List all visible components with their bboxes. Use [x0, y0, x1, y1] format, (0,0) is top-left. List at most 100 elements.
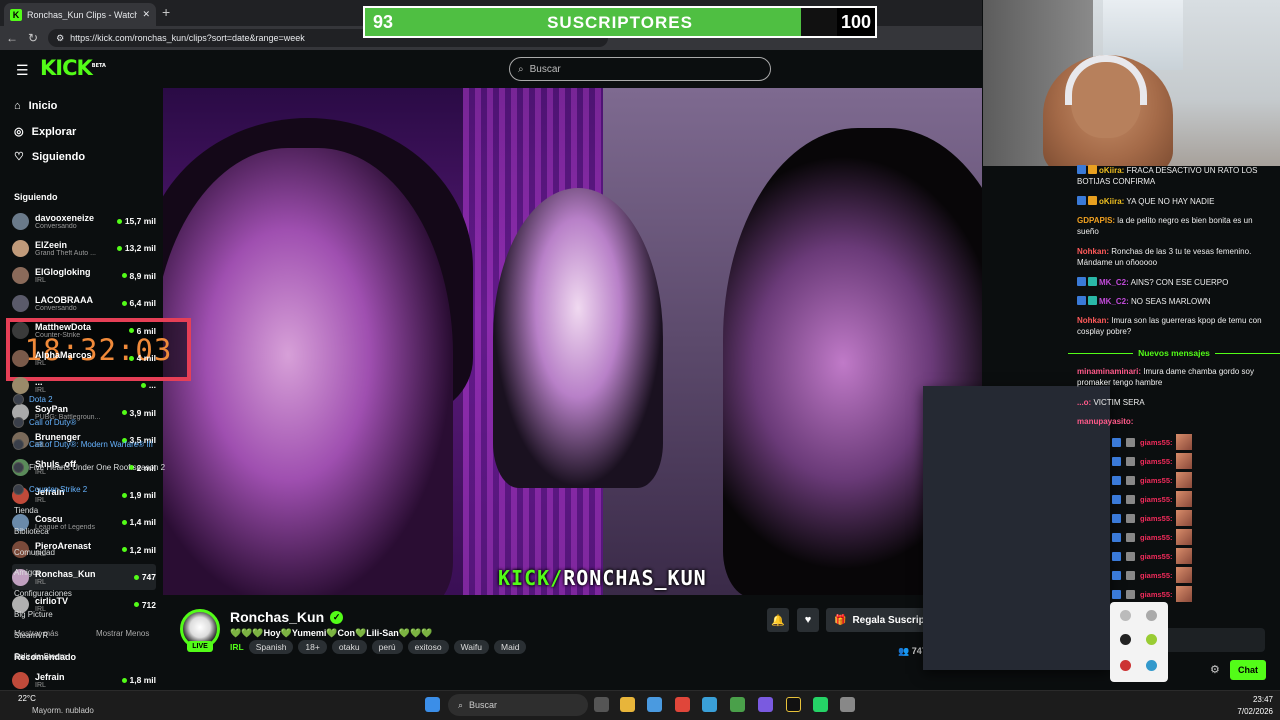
- browser-tab[interactable]: K Ronchas_Kun Clips - Watch Live o ✕: [4, 3, 156, 26]
- badge-icon: [1112, 494, 1121, 504]
- nav-explorar[interactable]: ◎ Explorar: [14, 125, 76, 139]
- tray-app-icon[interactable]: [1120, 610, 1131, 621]
- close-tab-icon[interactable]: ✕: [142, 9, 150, 20]
- notifications-bell-icon[interactable]: 🔔: [767, 608, 789, 632]
- stream-tag[interactable]: Maid: [494, 640, 527, 654]
- channel-name: ElZeein: [35, 239, 68, 250]
- steam-menu-item[interactable]: SteamVR: [14, 631, 48, 640]
- nav-siguiendo[interactable]: ♡ Siguiendo: [14, 150, 85, 164]
- url-text: https://kick.com/ronchas_kun/clips?sort=…: [70, 33, 305, 43]
- app-icon[interactable]: [675, 697, 690, 712]
- tray-app-icon[interactable]: [1146, 610, 1157, 621]
- site-info-icon[interactable]: ⚙: [56, 33, 64, 44]
- weather-condition[interactable]: Mayorm. nublado: [32, 706, 94, 715]
- streamer-name[interactable]: Ronchas_Kun ✓: [230, 609, 344, 625]
- badge-icon: [1112, 437, 1121, 447]
- stream-tag[interactable]: exitoso: [407, 640, 449, 654]
- steam-menu-item[interactable]: Biblioteca: [14, 527, 49, 536]
- tray-app-icon[interactable]: [1120, 660, 1131, 671]
- chat-message: giams55:: [1112, 510, 1192, 526]
- edge-icon[interactable]: [702, 697, 717, 712]
- weather-temp[interactable]: 22°C: [18, 694, 36, 703]
- chat-settings-icon[interactable]: ⚙: [1210, 663, 1220, 676]
- tray-app-icon[interactable]: [1146, 660, 1157, 671]
- live-dot-icon: [116, 245, 122, 251]
- tray-app-icon[interactable]: [1146, 634, 1157, 645]
- channel-category: Conversando: [35, 222, 77, 230]
- steam-menu-item[interactable]: Amigos: [14, 568, 41, 577]
- stream-tags: IRL Spanish 18+ otaku perú exitoso Waifu Maid: [230, 640, 527, 654]
- game-icon: [13, 416, 24, 428]
- steam-menu-item[interactable]: Configuraciones: [14, 589, 72, 598]
- tray-steam-icon[interactable]: [1120, 634, 1131, 645]
- avatar: [12, 322, 29, 340]
- new-messages-divider[interactable]: Nuevos mensajes: [1068, 346, 1280, 360]
- steam-recent-game[interactable]: Call of Duty®: [13, 416, 76, 428]
- video-player[interactable]: KICK/RONCHAS_KUN: [163, 88, 982, 595]
- channel-category: IRL: [35, 681, 46, 689]
- emote-icon: [1175, 510, 1192, 526]
- taskbar-clock[interactable]: 23:47 7/02/2026: [1233, 694, 1273, 718]
- steam-menu-item[interactable]: Big Picture: [14, 610, 53, 619]
- menu-icon[interactable]: ☰: [16, 62, 29, 79]
- badge-icon: [1126, 475, 1135, 485]
- avatar: [12, 239, 29, 257]
- live-dot-icon: [140, 382, 146, 388]
- sidebar-channel[interactable]: LACOBRAAA Conversando 6,4 mil: [12, 290, 156, 316]
- sidebar-channel[interactable]: ElGlogloking IRL 8,9 mil: [12, 263, 156, 289]
- discord-icon[interactable]: [758, 697, 773, 712]
- file-explorer-icon[interactable]: [620, 697, 635, 712]
- steam-recent-game[interactable]: Five Hearts Under One Roof season 2: [13, 461, 165, 473]
- live-dot-icon: [116, 218, 122, 224]
- channel-category: IRL: [35, 277, 46, 285]
- stream-tag[interactable]: Waifu: [453, 640, 490, 654]
- nav-inicio[interactable]: ⌂ Inicio: [14, 100, 57, 112]
- steam-recent-game[interactable]: Call of Duty®: Modern Warfare® III: [13, 439, 153, 450]
- show-less-link[interactable]: Mostrar Menos: [96, 629, 149, 638]
- gift-icon: 🎁: [834, 614, 847, 626]
- sidebar-channel[interactable]: ElZeein Grand Theft Auto ... 13,2 mil: [12, 235, 156, 261]
- reload-icon[interactable]: ↻: [28, 31, 38, 45]
- search-input[interactable]: ⌕ Buscar: [509, 57, 771, 81]
- sidebar-channel[interactable]: MatthewDota Counter-Strike 6 mil: [12, 318, 156, 344]
- viewer-count: 1,4 mil: [121, 517, 156, 527]
- sidebar-channel[interactable]: Jefrain IRL 1,8 mil: [12, 667, 156, 693]
- whatsapp-icon[interactable]: [813, 697, 828, 712]
- taskbar-search[interactable]: ⌕ Buscar: [448, 694, 588, 716]
- tray-overflow-popup: [1110, 602, 1168, 682]
- stream-tag[interactable]: perú: [371, 640, 403, 654]
- steam-menu-item[interactable]: Tienda: [14, 506, 38, 515]
- steam-recent-game[interactable]: Counter-Strike 2: [13, 484, 87, 495]
- steam-recent-game[interactable]: Dota 2: [13, 394, 53, 405]
- sidebar-channel[interactable]: AlphaMarcos IRL 4 mil: [12, 345, 156, 371]
- channel-name: LACOBRAAA: [35, 294, 93, 305]
- stream-tag[interactable]: 18+: [298, 640, 327, 654]
- emote-icon: [1175, 529, 1192, 545]
- steam-menu-item[interactable]: Salir de Steam: [14, 652, 66, 661]
- app-icon[interactable]: [647, 697, 662, 712]
- task-view-icon[interactable]: [594, 697, 609, 712]
- chat-message: giams55:: [1112, 567, 1192, 583]
- compass-icon: ◎: [14, 126, 24, 138]
- viewer-count: 1,8 mil: [121, 675, 156, 685]
- app-icon[interactable]: [786, 697, 801, 712]
- windows-start-icon[interactable]: [425, 697, 440, 712]
- badge-icon: [1112, 513, 1121, 523]
- following-title: Siguiendo: [14, 192, 58, 202]
- gift-sub-button[interactable]: 🎁 Regala Suscrip: [826, 608, 926, 632]
- new-tab-icon[interactable]: +: [162, 4, 170, 20]
- chrome-icon[interactable]: [730, 697, 745, 712]
- channel-category: IRL: [35, 578, 46, 586]
- follow-heart-icon[interactable]: ♥: [797, 608, 819, 632]
- stream-category[interactable]: IRL: [230, 642, 244, 652]
- sidebar-channel[interactable]: davooxeneize Conversando 15,7 mil: [12, 208, 156, 234]
- back-icon[interactable]: ←: [6, 31, 18, 45]
- search-placeholder: Buscar: [529, 63, 561, 75]
- kick-logo[interactable]: KICKBETA: [40, 56, 106, 80]
- app-icon[interactable]: [840, 697, 855, 712]
- badge-icon: [1126, 456, 1135, 466]
- steam-menu-item[interactable]: Comunidad: [14, 548, 55, 557]
- stream-tag[interactable]: Spanish: [248, 640, 294, 654]
- stream-tag[interactable]: otaku: [331, 640, 367, 654]
- chat-send-button[interactable]: Chat: [1230, 660, 1266, 680]
